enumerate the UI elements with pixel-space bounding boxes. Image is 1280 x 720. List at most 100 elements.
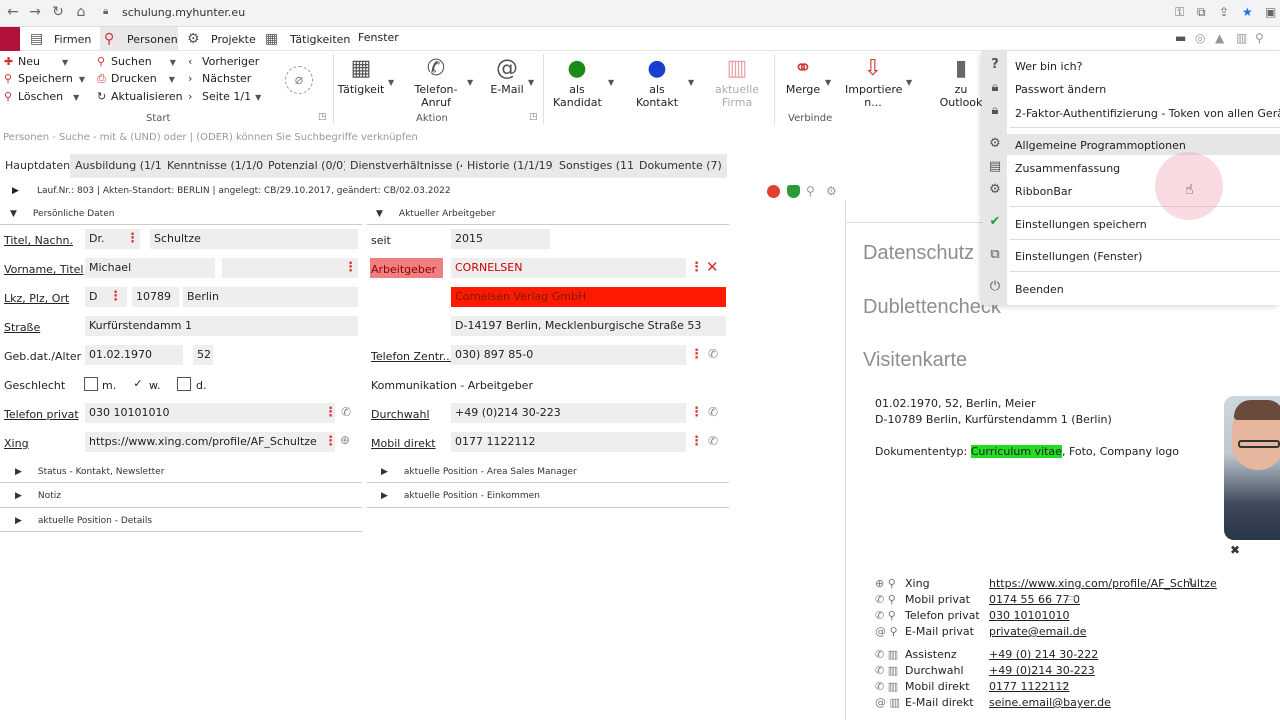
doctype-highlight[interactable]: Curriculum vitae [970,445,1062,458]
current-firm-button[interactable]: ▥ aktuelle Firma [712,55,762,109]
field-xing[interactable]: https://www.xing.com/profile/AF_Schultze [85,432,335,452]
menu-who-am-i[interactable]: Wer bin ich? [1015,60,1082,73]
field-zip[interactable]: 10789 [132,287,179,307]
new-button[interactable]: ✚ Neu ▼ [4,55,68,68]
compass-icon[interactable]: ◎ [1195,31,1205,45]
tab-historie[interactable]: Historie (1/1/19) [462,154,564,178]
print-button[interactable]: ⎙ Drucken ▼ [97,72,175,86]
label-mobile-direct[interactable]: Mobil direkt [371,437,436,450]
app-logo[interactable] [0,27,20,51]
email-button[interactable]: @ E-Mail [487,55,527,96]
section-employer-header[interactable]: ▼ Aktueller Arbeitgeber [376,209,496,219]
as-candidate-button[interactable]: ● als Kandidat [553,55,602,109]
merge-button[interactable]: ⚭ Merge [782,55,824,96]
tab-potenzial[interactable]: Potenzial (0/0) [263,154,355,178]
chevron-down-icon[interactable]: ▼ [906,78,912,87]
group-expand-icon[interactable]: ◳ [318,112,327,122]
chevron-down-icon[interactable]: ▼ [467,78,473,87]
home-icon[interactable]: ⌂ [72,4,90,20]
refresh-button[interactable]: ↻ Aktualisieren [97,90,183,103]
as-contact-button[interactable]: ● als Kontakt [633,55,681,109]
checkbox-male[interactable] [84,377,98,391]
panel-title-datenschutz[interactable]: Datenschutz [863,242,974,265]
chevron-down-icon[interactable]: ▼ [528,78,534,87]
menu-general-options[interactable]: Allgemeine Programmoptionen [1015,139,1186,152]
to-outlook-button[interactable]: ▮ zu Outlook [938,55,984,109]
field-phone-private[interactable]: 030 10101010 [85,403,335,423]
activity-button[interactable]: ▦ Tätigkeit [337,55,385,96]
chevron-down-icon[interactable]: ▼ [608,78,614,87]
chevron-down-icon[interactable]: ▼ [688,78,694,87]
import-button[interactable]: ⇩ Importiere n... [845,55,902,109]
field-employer[interactable]: CORNELSEN [451,258,686,278]
more-icon[interactable]: ⋮ [324,405,337,420]
phone-icon[interactable]: ✆ [708,405,718,419]
label-direct[interactable]: Durchwahl [371,408,430,421]
chevron-down-icon[interactable]: ▼ [169,75,175,84]
group-expand-icon[interactable]: ◳ [529,112,538,122]
label-central-phone[interactable]: Telefon Zentr... [371,350,453,363]
menu-firmen[interactable]: Firmen [54,33,91,46]
menu-taetigkeiten[interactable]: Tätigkeiten [290,33,350,46]
label-title-lastname[interactable]: Titel, Nachn. [4,234,73,247]
chevron-down-icon[interactable]: ▼ [255,93,261,102]
more-icon[interactable]: ⋮ [690,347,703,362]
contact-xing-link[interactable]: https://www.xing.com/profile/AF_Schultze [989,577,1217,590]
section-position-income[interactable]: ▶ aktuelle Position - Einkommen [381,491,540,501]
checkbox-female[interactable]: ✓ [131,377,145,391]
phone-call-button[interactable]: ✆ Telefon- Anruf [410,55,462,109]
field-street[interactable]: Kurfürstendamm 1 [85,316,358,336]
star-icon[interactable]: ★ [1242,5,1253,19]
shield-icon[interactable] [787,185,800,198]
checkbox-diverse[interactable] [177,377,191,391]
panel-title-dublettencheck[interactable]: Dublettencheck [863,296,1001,319]
field-city[interactable]: Berlin [183,287,358,307]
refresh-icon[interactable]: ↻ [1188,576,1197,589]
menu-change-password[interactable]: Passwort ändern [1015,83,1106,96]
contact-assistant-link[interactable]: +49 (0) 214 30-222 [989,648,1098,661]
more-icon[interactable]: ⋮ [324,434,337,449]
close-photo-icon[interactable]: ✖ [1230,543,1240,557]
phone-icon[interactable]: ✆ [341,405,351,419]
label-employer[interactable]: Arbeitgeber [371,263,436,276]
search-hint[interactable]: Personen - Suche - mit & (UND) oder | (O… [0,132,980,150]
section-position-details[interactable]: ▶ aktuelle Position - Details [15,516,152,526]
search-icon[interactable]: ⚲ [1255,31,1264,45]
tab-hauptdaten[interactable]: Hauptdaten [0,154,78,178]
section-note[interactable]: ▶ Notiz [15,491,61,501]
extension-icon[interactable]: ▣ [1265,5,1276,19]
field-firstname-title[interactable] [222,258,358,278]
more-icon[interactable]: ⋮ [344,260,357,275]
chevron-down-icon[interactable]: ▼ [79,75,85,84]
menu-window-settings[interactable]: Einstellungen (Fenster) [1015,250,1142,263]
chevron-down-icon[interactable]: ▼ [388,78,394,87]
forward-icon[interactable]: → [26,4,44,20]
field-company-full[interactable]: Cornelsen Verlag GmbH [451,287,726,307]
delete-button[interactable]: ⚲ Löschen ▼ [4,90,79,103]
field-mobile-direct[interactable]: 0177 1122112 [451,432,686,452]
more-icon[interactable]: ⋮ [690,405,703,420]
person-photo[interactable] [1224,396,1280,540]
menu-exit[interactable]: Beenden [1015,283,1064,296]
field-birthdate[interactable]: 01.02.1970 [85,345,183,365]
previous-button[interactable]: ‹ Vorheriger [188,55,259,68]
close-icon[interactable]: ✕ [706,258,719,276]
contact-email-private-link[interactable]: private@email.de [989,625,1086,638]
field-lastname[interactable]: Schultze [150,229,358,249]
status-red-icon[interactable] [767,185,780,198]
contact-phone-private-link[interactable]: 030 10101010 [989,609,1069,622]
chevron-down-icon[interactable]: ▼ [170,58,176,67]
label-street[interactable]: Straße [4,321,40,334]
next-button[interactable]: › Nächster [188,72,251,85]
phone-icon[interactable]: ✆ [708,434,718,448]
page-selector[interactable]: › Seite 1/1 ▼ [188,90,261,103]
section-personal-header[interactable]: ▼ Persönliche Daten [10,209,114,219]
tab-kenntnisse[interactable]: Kenntnisse (1/1/0) [162,154,275,178]
section-status[interactable]: ▶ Status - Kontakt, Newsletter [15,467,164,477]
tab-ausbildung[interactable]: Ausbildung (1/1) [70,154,174,178]
menu-personen[interactable]: Personen [127,33,178,46]
label-firstname[interactable]: Vorname, Titel [4,263,84,276]
expand-info-icon[interactable]: ▶ [12,186,19,196]
lock-icon[interactable]: 🔒︎ [103,6,108,17]
chevron-down-icon[interactable]: ▼ [73,93,79,102]
